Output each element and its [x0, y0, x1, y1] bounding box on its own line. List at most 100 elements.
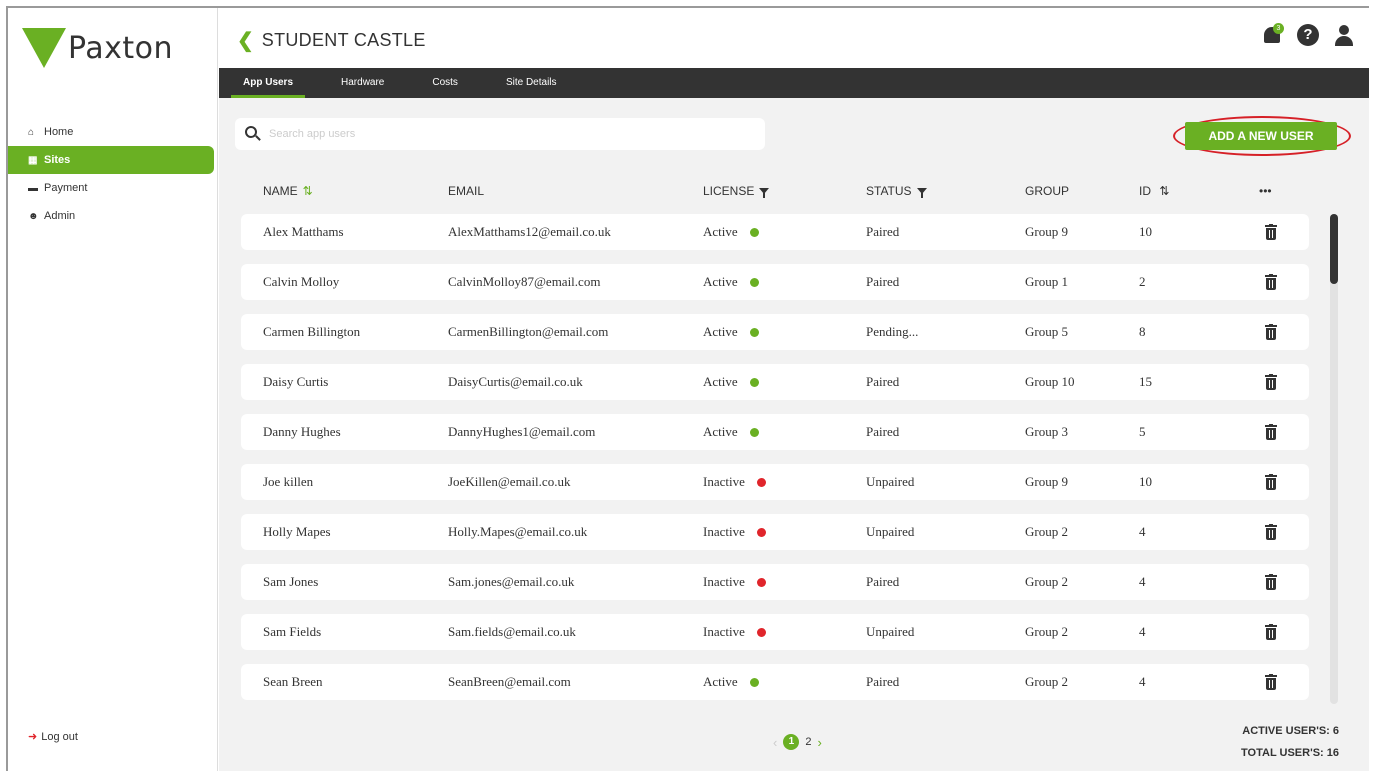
cell-license-text: Active — [703, 674, 738, 689]
scrollbar-track[interactable] — [1330, 214, 1338, 704]
page-1-button[interactable]: 1 — [783, 734, 800, 750]
tab-site-details[interactable]: Site Details — [482, 68, 581, 98]
total-users-count: TOTAL USER'S: 16 — [1241, 747, 1339, 759]
cell-license: Inactive — [703, 614, 766, 650]
tab-app-users[interactable]: App Users — [219, 68, 317, 98]
table-row[interactable]: Sam Jones Sam.jones@email.co.uk Inactive Pa… — [241, 564, 1309, 600]
tab-costs[interactable]: Costs — [408, 68, 482, 98]
payment-icon: ▬ — [28, 182, 38, 194]
trash-icon[interactable] — [1265, 274, 1277, 290]
column-status[interactable]: STATUS — [866, 184, 927, 198]
column-id[interactable]: ID ⇅ — [1139, 184, 1169, 198]
trash-icon[interactable] — [1265, 374, 1277, 390]
trash-icon[interactable] — [1265, 674, 1277, 690]
cell-email: CarmenBillington@email.com — [448, 314, 608, 350]
column-group: GROUP — [1025, 184, 1069, 198]
sidebar-item-home[interactable]: ⌂ Home — [8, 118, 214, 146]
notification-bell-icon[interactable]: 3 — [1261, 23, 1284, 46]
notification-badge: 3 — [1273, 23, 1284, 34]
cell-name-text: Holly Mapes — [263, 524, 331, 539]
cell-status: Paired — [866, 414, 899, 450]
cell-status-text: Paired — [866, 374, 900, 389]
table-header: NAME ⇅ EMAIL LICENSE STATUS GROUP ID ⇅ •… — [241, 184, 1321, 204]
trash-icon[interactable] — [1265, 624, 1277, 640]
cell-license-text: Active — [703, 324, 738, 339]
sidebar-item-admin[interactable]: ☻ Admin — [8, 202, 214, 230]
cell-status-text: Paired — [866, 674, 900, 689]
column-email: EMAIL — [448, 184, 484, 198]
cell-id-text: 2 — [1139, 274, 1146, 289]
cell-group-text: Group 1 — [1025, 274, 1068, 289]
cell-license: Inactive — [703, 564, 766, 600]
trash-icon[interactable] — [1265, 524, 1277, 540]
column-more-options[interactable]: ••• — [1259, 184, 1272, 198]
page-2-button[interactable]: 2 — [805, 736, 811, 748]
table-row[interactable]: Joe killen JoeKillen@email.co.uk Inactive U… — [241, 464, 1309, 500]
trash-icon[interactable] — [1265, 474, 1277, 490]
table-row[interactable]: Calvin Molloy CalvinMolloy87@email.com Act… — [241, 264, 1309, 300]
table-row[interactable]: Daisy Curtis DaisyCurtis@email.co.uk Activ… — [241, 364, 1309, 400]
trash-icon-lid — [1265, 575, 1277, 577]
table-row[interactable]: Sean Breen SeanBreen@email.com Active Paire… — [241, 664, 1309, 700]
cell-email: JoeKillen@email.co.uk — [448, 464, 570, 500]
more-options-icon[interactable]: ••• — [1259, 184, 1272, 198]
table-row[interactable]: Holly Mapes Holly.Mapes@email.co.uk Inacti… — [241, 514, 1309, 550]
cell-email: Sam.jones@email.co.uk — [448, 564, 574, 600]
cell-status-text: Paired — [866, 224, 900, 239]
sidebar-item-label: Payment — [44, 182, 88, 194]
trash-icon[interactable] — [1265, 424, 1277, 440]
cell-group: Group 9 — [1025, 464, 1068, 500]
cell-group-text: Group 2 — [1025, 574, 1068, 589]
cell-name: Alex Matthams — [263, 214, 344, 250]
search-box[interactable] — [235, 118, 765, 150]
table-row[interactable]: Alex Matthams AlexMatthams12@email.co.uk A… — [241, 214, 1309, 250]
trash-icon[interactable] — [1265, 224, 1277, 240]
cell-email: DannyHughes1@email.com — [448, 414, 595, 450]
help-icon[interactable]: ? — [1297, 24, 1319, 46]
cell-id-text: 8 — [1139, 324, 1146, 339]
sidebar: Paxton ⌂ Home ▦ Sites ▬ Payment ☻ Admin … — [8, 8, 218, 771]
trash-icon[interactable] — [1265, 324, 1277, 340]
trash-icon[interactable] — [1265, 574, 1277, 590]
sidebar-item-label: Sites — [44, 154, 71, 166]
cell-group: Group 9 — [1025, 214, 1068, 250]
next-page-icon[interactable]: › — [817, 735, 821, 750]
cell-license: Active — [703, 264, 759, 300]
logout-label: Log out — [41, 730, 78, 743]
trash-icon-lid — [1265, 325, 1277, 327]
sort-icon[interactable]: ⇅ — [1156, 184, 1169, 198]
cell-id: 4 — [1139, 664, 1146, 700]
logout-link[interactable]: ➜ Log out — [28, 730, 78, 744]
prev-page-icon[interactable]: ‹ — [773, 735, 777, 750]
tab-hardware[interactable]: Hardware — [317, 68, 408, 98]
add-new-user-button[interactable]: ADD A NEW USER — [1185, 122, 1337, 150]
filter-icon[interactable] — [759, 188, 770, 198]
table-row[interactable]: Danny Hughes DannyHughes1@email.com Active… — [241, 414, 1309, 450]
cell-group: Group 3 — [1025, 414, 1068, 450]
sidebar-item-payment[interactable]: ▬ Payment — [8, 174, 214, 202]
search-input[interactable] — [269, 128, 749, 140]
trash-icon-can — [1266, 528, 1276, 540]
cell-name-text: Sam Fields — [263, 624, 322, 639]
table-row[interactable]: Sam Fields Sam.fields@email.co.uk Inactive… — [241, 614, 1309, 650]
cell-license-text: Active — [703, 424, 738, 439]
user-profile-icon[interactable] — [1333, 24, 1355, 46]
back-button[interactable]: ❮ STUDENT CASTLE — [237, 28, 426, 53]
column-license[interactable]: LICENSE — [703, 184, 770, 198]
sidebar-item-sites[interactable]: ▦ Sites — [8, 146, 214, 174]
sort-icon[interactable]: ⇅ — [303, 184, 313, 198]
scrollbar-thumb[interactable] — [1330, 214, 1338, 284]
trash-icon-lid — [1265, 675, 1277, 677]
table-row[interactable]: Carmen Billington CarmenBillington@email.… — [241, 314, 1309, 350]
filter-icon[interactable] — [916, 188, 927, 198]
cell-license-text: Inactive — [703, 574, 745, 589]
trash-icon-can — [1266, 228, 1276, 240]
cell-id: 4 — [1139, 514, 1146, 550]
paxton-logo[interactable]: Paxton — [22, 28, 173, 68]
page-header: ❮ STUDENT CASTLE 3 ? — [219, 8, 1369, 68]
cell-status: Paired — [866, 364, 899, 400]
cell-id-text: 4 — [1139, 624, 1146, 639]
trash-icon-lid — [1265, 225, 1277, 227]
column-name[interactable]: NAME ⇅ — [263, 184, 313, 198]
cell-license: Active — [703, 214, 759, 250]
